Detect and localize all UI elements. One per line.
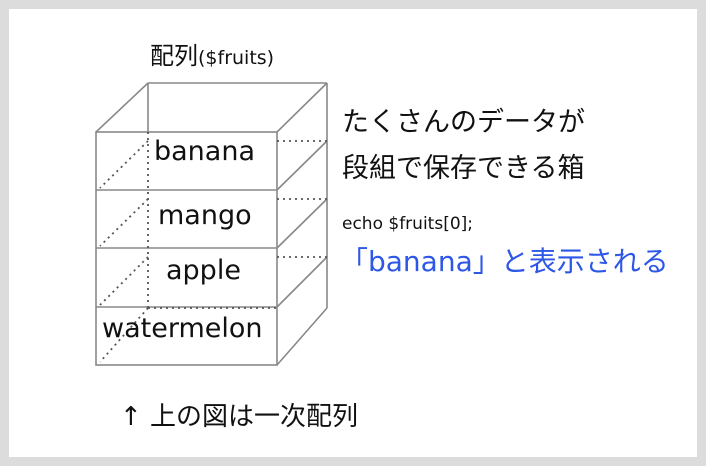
shelf-left-dotted-diagonal-2 [99,198,149,247]
array-cell-1: mango [158,200,252,231]
shelf-left-dotted-diagonal-3 [99,256,149,306]
code-result: 「banana」と表示される [340,245,669,278]
shelf-side-diagonal-2 [276,198,328,249]
box-bottom-right-diagonal [276,307,328,366]
array-cell-0: banana [154,136,255,167]
description-line-2: 段組で保存できる箱 [342,153,585,184]
box-top-left-diagonal [95,82,149,133]
box-top-right-diagonal [276,82,328,133]
code-sample: echo $fruits[0]; [342,214,474,234]
shelf-side-diagonal-3 [276,256,328,308]
description-line-1: たくさんのデータが [342,107,585,138]
shelf-side-diagonal-1 [276,140,328,191]
array-cell-2: apple [166,255,241,286]
figure-caption: ↑ 上の図は一次配列 [120,402,359,432]
array-cell-3: watermelon [102,313,263,344]
shelf-left-dotted-diagonal-1 [99,140,149,189]
